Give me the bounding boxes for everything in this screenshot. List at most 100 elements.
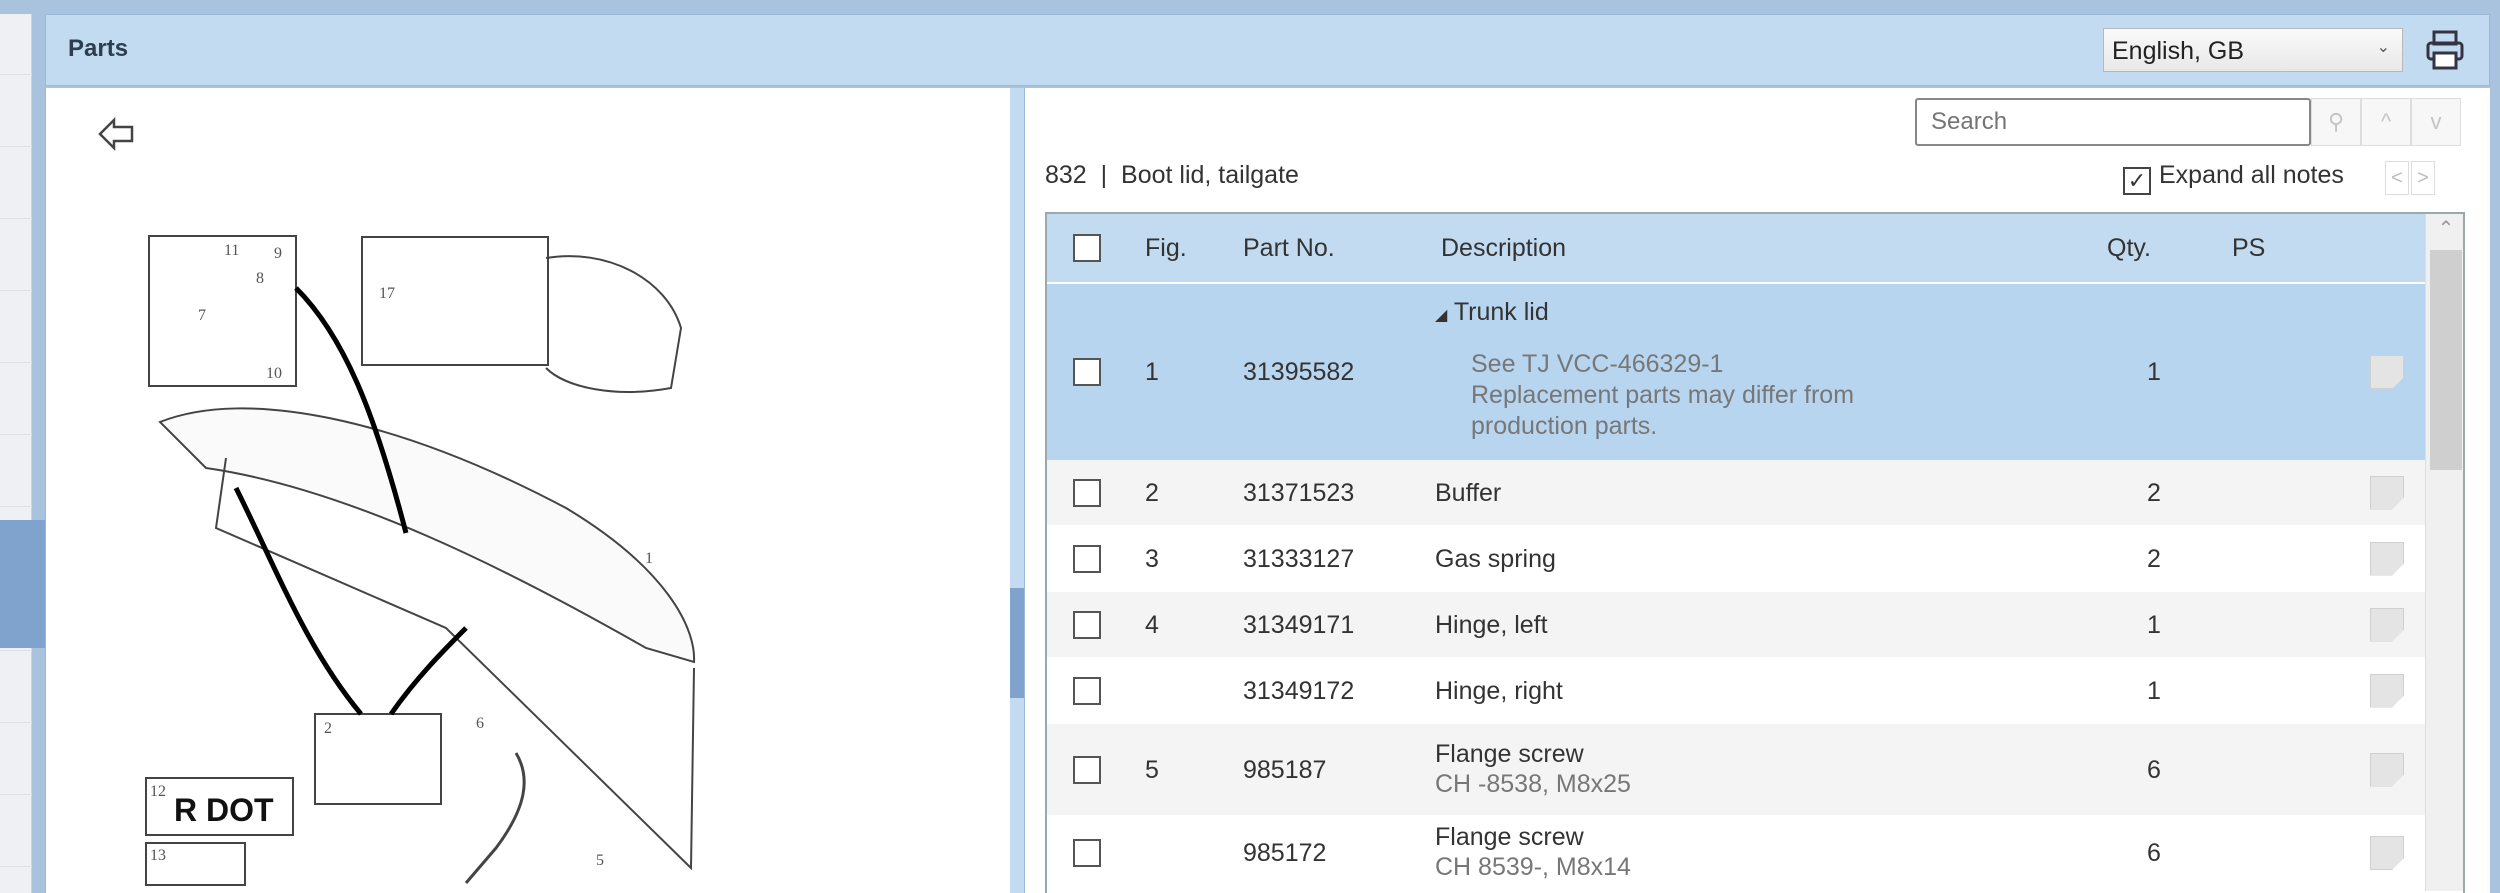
part-number[interactable]: 31395582	[1243, 358, 1354, 387]
description: Gas spring	[1435, 544, 1556, 573]
quantity: 6	[2147, 839, 2161, 867]
next-note-button[interactable]: >	[2411, 161, 2435, 195]
part-number[interactable]: 985172	[1243, 839, 1326, 868]
part-number[interactable]: 31333127	[1243, 545, 1354, 574]
callout-8: 8	[256, 270, 264, 287]
note-icon[interactable]	[2370, 355, 2404, 389]
scroll-up-icon[interactable]: ⌃	[2426, 216, 2463, 241]
table-row[interactable]: 1 31395582 ◢ Trunk lid See TJ VCC-466329-…	[1047, 284, 2425, 460]
callout-5: 5	[596, 852, 604, 869]
strip-divider	[0, 74, 32, 75]
col-fig[interactable]: Fig.	[1145, 234, 1187, 263]
row-checkbox[interactable]	[1073, 610, 1101, 639]
col-part-no[interactable]: Part No.	[1243, 234, 1335, 263]
fig-number: 2	[1145, 478, 1159, 507]
expand-all-notes[interactable]: ✓ Expand all notes	[2123, 161, 2344, 195]
part-number[interactable]: 985187	[1243, 756, 1326, 785]
col-description[interactable]: Description	[1441, 234, 1566, 263]
strip-divider	[0, 146, 32, 147]
note-icon[interactable]	[2370, 752, 2404, 787]
search-input[interactable]	[1915, 98, 2311, 146]
strip-divider	[0, 866, 32, 867]
callout-10: 10	[266, 365, 282, 382]
sidebar-collapse-handle[interactable]	[0, 520, 45, 648]
table-row[interactable]: 985172 Flange screw CH 8539-, M8x14 6	[1047, 815, 2425, 891]
scroll-thumb[interactable]	[2430, 250, 2462, 470]
splitter-handle[interactable]	[1010, 588, 1024, 698]
description: Buffer	[1435, 478, 1502, 507]
note-icon[interactable]	[2370, 836, 2404, 870]
note-icon[interactable]	[2370, 475, 2404, 510]
language-select[interactable]: English, GB ⌄	[2103, 28, 2403, 72]
row-checkbox[interactable]	[1073, 755, 1101, 784]
expand-notes-label: Expand all notes	[2159, 161, 2344, 189]
callout-17: 17	[379, 285, 395, 302]
row-checkbox[interactable]	[1073, 839, 1101, 867]
quantity: 6	[2147, 755, 2161, 784]
parts-table: Fig. Part No. Description Qty. PS 1 3139…	[1045, 212, 2465, 893]
quantity: 1	[2147, 358, 2161, 386]
table-row[interactable]: 3 31333127 Gas spring 2	[1047, 525, 2425, 592]
expand-notes-checkbox[interactable]: ✓	[2123, 167, 2151, 195]
row-checkbox[interactable]	[1073, 358, 1101, 386]
strip-divider	[0, 434, 32, 435]
select-all-checkbox[interactable]	[1073, 234, 1101, 262]
prev-note-button[interactable]: <	[2385, 161, 2409, 195]
table-scrollbar[interactable]: ⌃	[2425, 214, 2463, 891]
separator: |	[1100, 161, 1108, 189]
row-checkbox[interactable]	[1073, 478, 1101, 507]
part-number[interactable]: 31371523	[1243, 479, 1354, 508]
description: Flange screw	[1435, 823, 1584, 851]
fig-number: 3	[1145, 544, 1159, 573]
quantity: 2	[2147, 544, 2161, 573]
col-qty[interactable]: Qty.	[2107, 234, 2151, 263]
row-checkbox[interactable]	[1073, 544, 1101, 573]
note-line: Replacement parts may differ from	[1471, 381, 1855, 409]
search-prev-button[interactable]: ^	[2361, 98, 2411, 146]
callout-6: 6	[476, 715, 484, 732]
row-checkbox[interactable]	[1073, 676, 1101, 705]
search-next-button[interactable]: v	[2411, 98, 2461, 146]
diagram-panel: 11 9 8 7 10 17 1 2 6 5 12 13 R DOT	[45, 88, 1010, 893]
left-sidebar-strip	[0, 14, 32, 893]
callout-1: 1	[645, 550, 653, 567]
description: Flange screw	[1435, 739, 1584, 768]
part-number[interactable]: 31349171	[1243, 611, 1354, 640]
description: Hinge, left	[1435, 610, 1548, 639]
table-row[interactable]: 4 31349171 Hinge, left 1	[1047, 592, 2425, 657]
note-icon[interactable]	[2370, 541, 2404, 576]
part-number[interactable]: 31349172	[1243, 677, 1354, 706]
callout-11: 11	[224, 242, 239, 259]
col-ps[interactable]: PS	[2232, 234, 2265, 263]
search-button[interactable]: ⚲	[2311, 98, 2361, 146]
note-line: See TJ VCC-466329-1	[1471, 350, 1724, 378]
description-sub: CH 8539-, M8x14	[1435, 853, 1631, 881]
section-number: 832	[1045, 161, 1087, 189]
callout-13: 13	[150, 847, 166, 864]
callout-7: 7	[198, 307, 206, 324]
description: ◢ Trunk lid	[1435, 298, 1549, 327]
section-title: 832 | Boot lid, tailgate	[1045, 161, 1299, 190]
strip-divider	[0, 506, 32, 507]
panel-splitter[interactable]	[1010, 88, 1024, 893]
note-icon[interactable]	[2370, 607, 2404, 642]
callout-12: 12	[150, 783, 166, 800]
table-header: Fig. Part No. Description Qty. PS	[1047, 214, 2425, 282]
strip-divider	[0, 650, 32, 651]
collapse-triangle-icon[interactable]: ◢	[1435, 307, 1447, 324]
quantity: 1	[2147, 676, 2161, 705]
table-row[interactable]: 2 31371523 Buffer 2	[1047, 460, 2425, 525]
parts-diagram[interactable]: 11 9 8 7 10 17 1 2 6 5 12 13 R DOT	[46, 88, 1006, 888]
table-row[interactable]: 31349172 Hinge, right 1	[1047, 657, 2425, 724]
strip-divider	[0, 362, 32, 363]
printer-icon[interactable]	[2425, 29, 2465, 71]
note-icon[interactable]	[2370, 673, 2404, 708]
page-title: Parts	[68, 35, 129, 62]
strip-divider	[0, 794, 32, 795]
fig-number: 1	[1145, 358, 1159, 386]
search-icon: ⚲	[2327, 109, 2345, 134]
callout-9: 9	[274, 245, 282, 262]
fig-number: 4	[1145, 610, 1159, 639]
table-row[interactable]: 5 985187 Flange screw CH -8538, M8x25 6	[1047, 724, 2425, 815]
strip-divider	[0, 290, 32, 291]
